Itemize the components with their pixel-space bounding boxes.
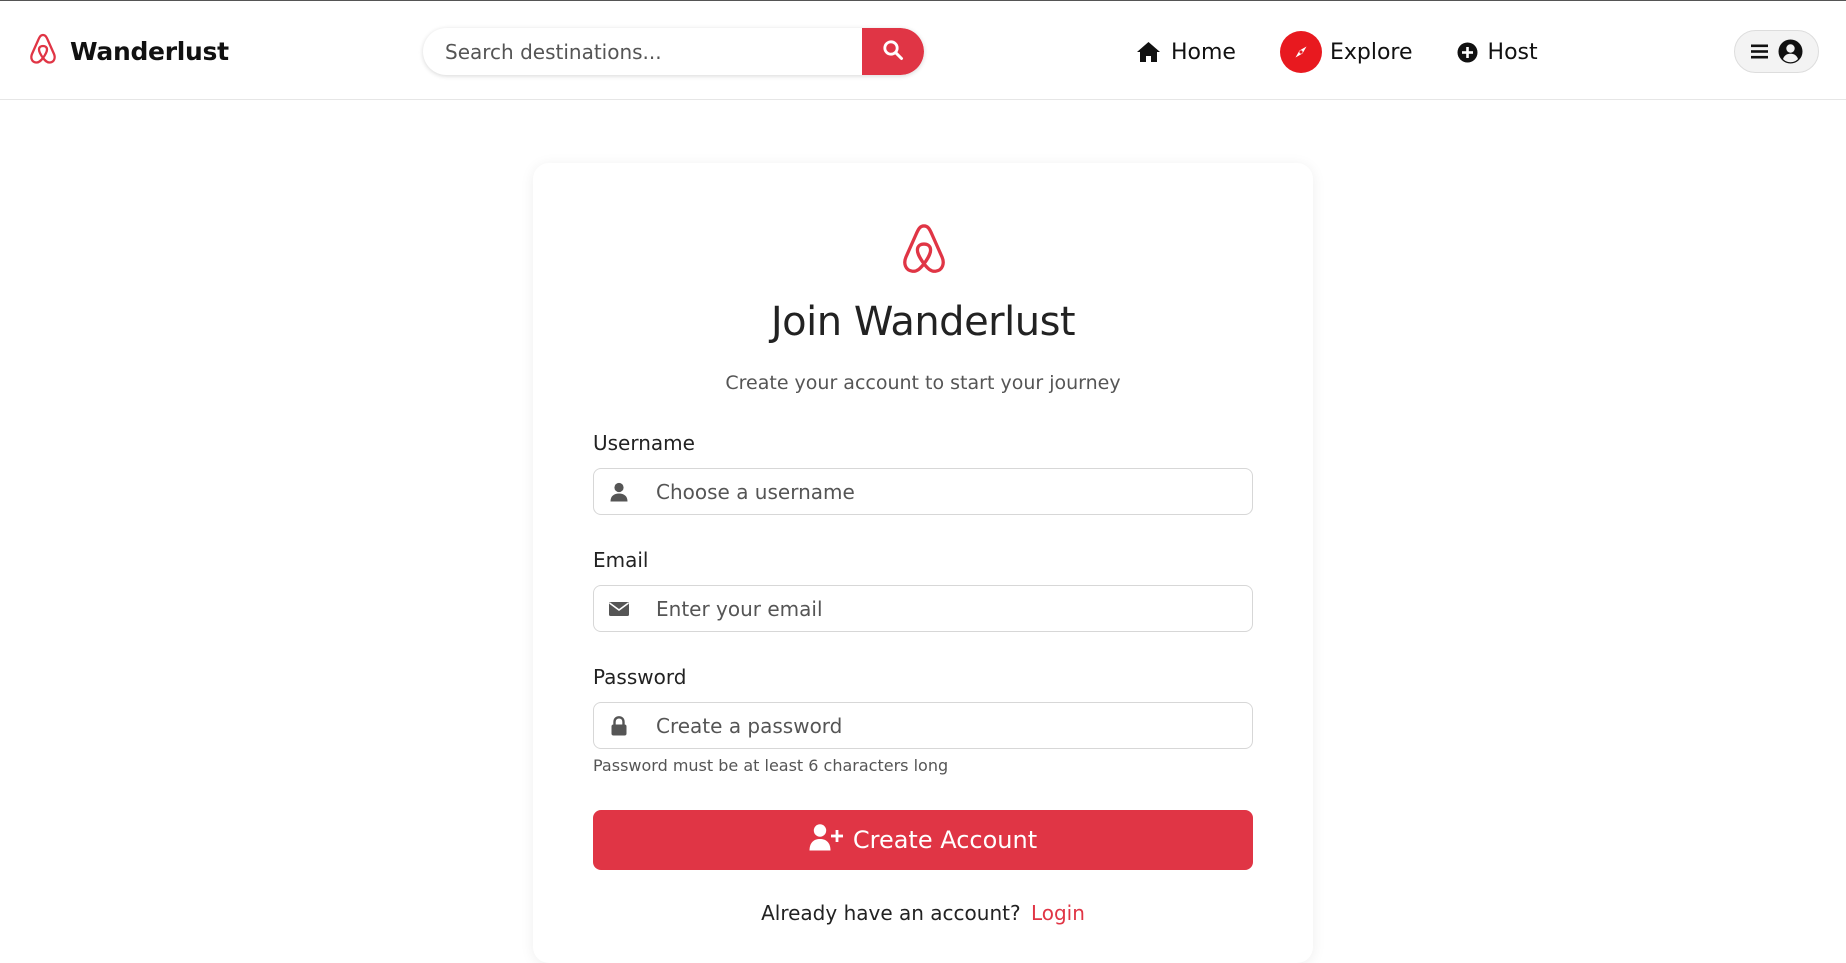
create-account-label: Create Account [852, 826, 1038, 854]
password-field-group [593, 702, 1253, 749]
user-menu-button[interactable] [1734, 30, 1819, 73]
login-link[interactable]: Login [1031, 901, 1085, 925]
search-icon [882, 39, 904, 64]
nav-explore-link[interactable]: Explore [1279, 31, 1413, 73]
password-label: Password [593, 665, 687, 689]
compass-icon [1279, 31, 1322, 73]
user-icon [594, 482, 644, 502]
airbnb-logo-icon [28, 32, 58, 70]
home-icon [1136, 41, 1161, 63]
main-nav: Home Explore Host [1136, 31, 1538, 73]
password-input[interactable] [644, 712, 1252, 739]
login-prompt: Already have an account? Login [533, 901, 1313, 925]
username-input[interactable] [644, 478, 1252, 505]
user-plus-icon [809, 823, 853, 857]
menu-icon [1750, 43, 1770, 60]
email-field-group [593, 585, 1253, 632]
email-label: Email [593, 548, 649, 572]
lock-icon [594, 715, 644, 736]
password-help-text: Password must be at least 6 characters l… [593, 756, 949, 775]
page-subtitle: Create your account to start your journe… [725, 372, 1121, 394]
plus-circle-icon [1457, 42, 1478, 63]
airbnb-logo-icon [898, 221, 950, 277]
nav-host-link[interactable]: Host [1457, 40, 1538, 65]
brand-name: Wanderlust [70, 36, 229, 66]
search-button[interactable] [862, 28, 924, 75]
nav-home-label: Home [1171, 39, 1236, 65]
search-input[interactable] [423, 28, 862, 75]
create-account-button[interactable]: Create Account [593, 810, 1253, 870]
nav-home-link[interactable]: Home [1136, 40, 1236, 65]
nav-explore-label: Explore [1329, 39, 1413, 65]
login-prompt-text: Already have an account? [761, 901, 1021, 925]
username-label: Username [593, 431, 695, 455]
nav-host-label: Host [1487, 39, 1538, 65]
top-navbar: Wanderlust Home [0, 0, 1846, 100]
brand-home-link[interactable]: Wanderlust [28, 33, 229, 69]
envelope-icon [594, 600, 644, 618]
page-title: Join Wanderlust [770, 299, 1076, 345]
user-circle-icon [1778, 39, 1803, 64]
search-bar [423, 28, 924, 75]
username-field-group [593, 468, 1253, 515]
email-input[interactable] [644, 595, 1252, 622]
signup-card: Join Wanderlust Create your account to s… [533, 163, 1313, 963]
